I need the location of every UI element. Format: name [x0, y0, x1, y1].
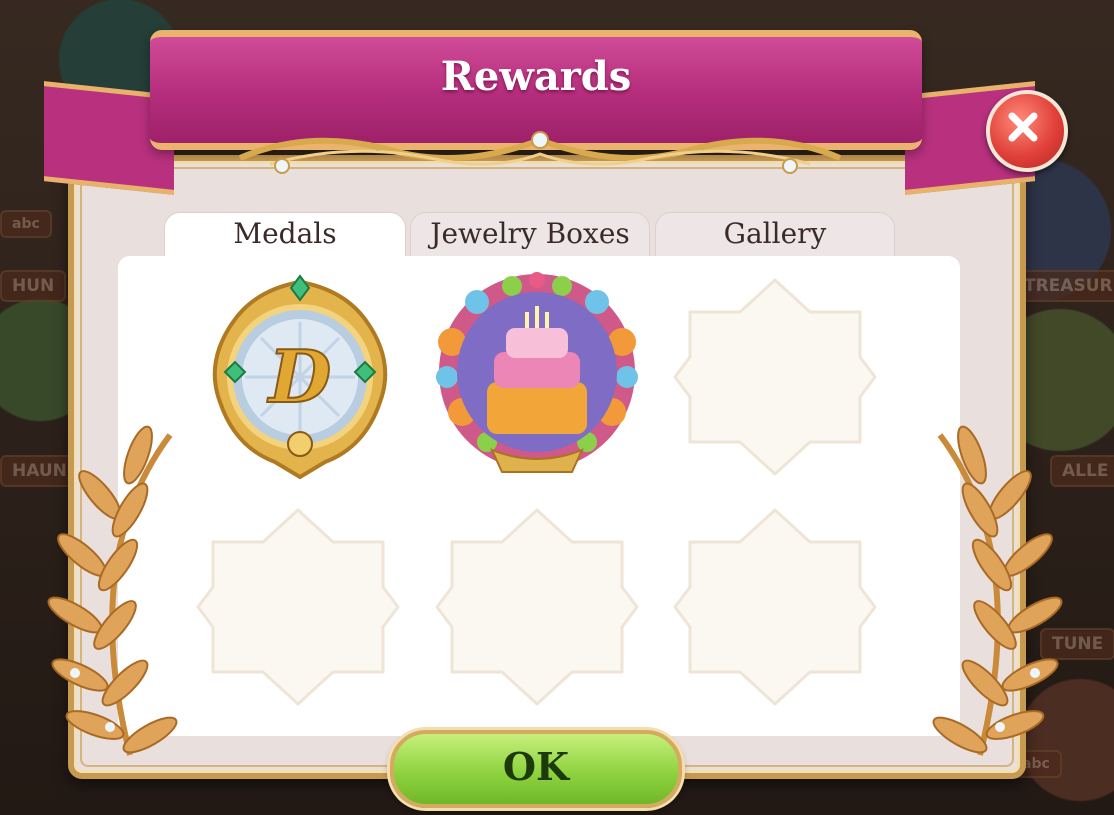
tab-jewelry-boxes[interactable]: Jewelry Boxes — [410, 212, 650, 261]
tab-medals[interactable]: Medals — [164, 212, 406, 261]
empty-medal-slot — [670, 502, 880, 712]
dialog-title: Rewards — [440, 53, 632, 100]
medal-slot[interactable]: D — [195, 272, 405, 482]
medal-slot[interactable] — [432, 272, 642, 482]
laurel-right-decoration — [932, 425, 1063, 756]
tab-gallery[interactable]: Gallery — [655, 212, 895, 261]
close-icon — [1008, 112, 1038, 142]
laurel-left-decoration — [47, 425, 178, 756]
close-button[interactable] — [986, 90, 1068, 172]
empty-medal-slot — [432, 502, 642, 712]
empty-medal-slot — [670, 272, 880, 482]
ok-button[interactable]: OK — [390, 730, 682, 808]
gold-filigree-ornament — [238, 131, 842, 174]
medal-letter: D — [267, 334, 331, 419]
letter-medal-icon: D — [212, 274, 388, 480]
empty-medal-slot — [193, 502, 403, 712]
birthday-cake-medal-icon — [436, 272, 638, 473]
